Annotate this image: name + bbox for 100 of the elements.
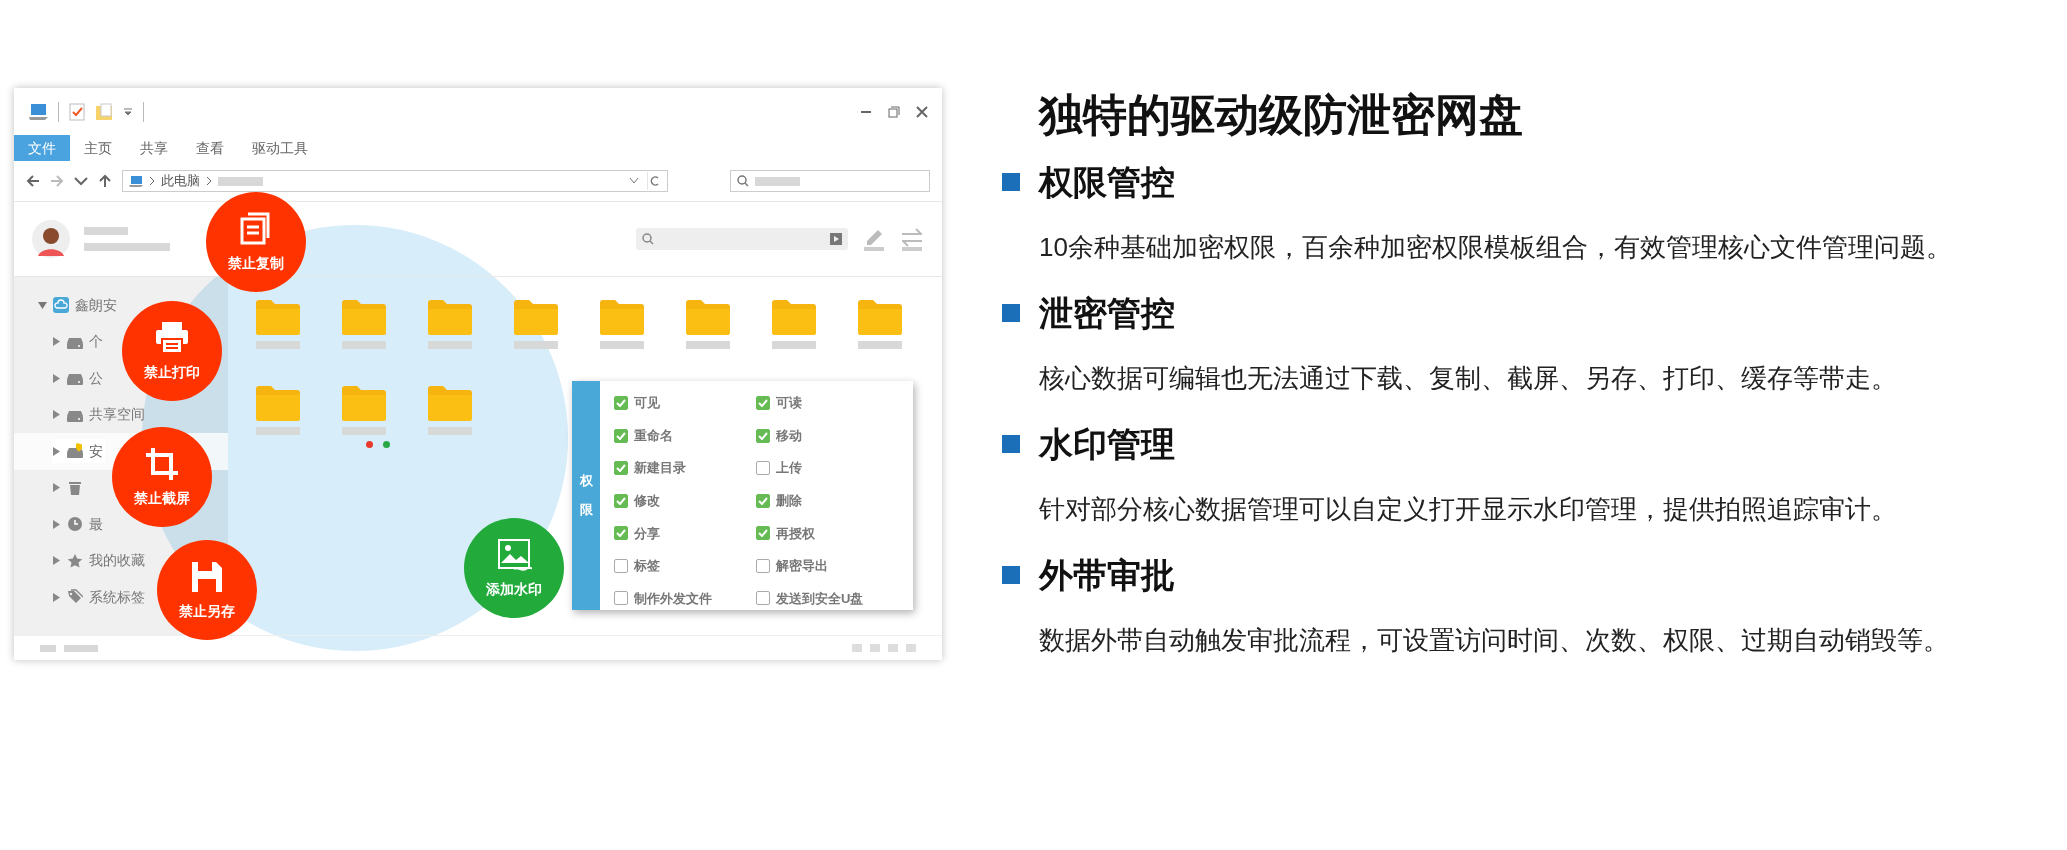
placeholder-bar [772, 341, 816, 349]
placeholder-bar [256, 341, 300, 349]
document-folder-icon[interactable] [95, 102, 113, 121]
folder-icon[interactable] [256, 299, 300, 335]
checkbox-label: 制作外发文件 [634, 589, 712, 608]
placeholder-bar [858, 341, 902, 349]
checkbox[interactable] [614, 396, 628, 410]
checkbox[interactable] [756, 461, 770, 476]
checkbox-label: 再授权 [776, 524, 815, 543]
caret-icon[interactable] [52, 483, 61, 493]
checkbox-label: 删除 [776, 491, 802, 510]
checkbox[interactable] [614, 591, 628, 606]
checkbox[interactable] [614, 493, 628, 508]
folder-icon[interactable] [772, 299, 816, 335]
folder-icon[interactable] [858, 299, 902, 335]
close-icon[interactable] [916, 105, 928, 118]
sidebar-item[interactable]: 安 [52, 439, 105, 464]
checkbox[interactable] [756, 591, 770, 606]
chevron-right-icon [206, 176, 212, 186]
dropdown-icon[interactable] [123, 106, 133, 117]
up-icon[interactable] [98, 174, 112, 188]
restore-icon[interactable] [888, 105, 900, 118]
folder-icon[interactable] [256, 385, 300, 421]
crop-icon [144, 445, 180, 482]
caret-icon[interactable] [52, 446, 61, 456]
search-icon [642, 233, 654, 245]
checkbox[interactable] [614, 526, 628, 541]
image-icon [496, 536, 532, 573]
headline: 独特的驱动级防泄密网盘 [1039, 89, 1524, 141]
folder-icon[interactable] [428, 385, 472, 421]
sidebar-label: 系统标签 [89, 587, 145, 607]
caret-icon[interactable] [52, 556, 61, 566]
folder-icon[interactable] [686, 299, 730, 335]
feature-title: 泄密管控 [1039, 292, 1175, 334]
forward-icon[interactable] [50, 174, 64, 188]
folder-icon[interactable] [428, 299, 472, 335]
checkbox[interactable] [756, 428, 770, 443]
folder-icon[interactable] [342, 299, 386, 335]
back-icon[interactable] [26, 174, 40, 188]
folder-icon[interactable] [514, 299, 558, 335]
ribbon-tab[interactable]: 主页 [70, 135, 126, 161]
breadcrumb-item[interactable]: 此电脑 [161, 171, 200, 191]
tag-icon [67, 589, 83, 606]
sidebar-item[interactable]: 系统标签 [52, 585, 147, 610]
checkbox-label: 移动 [776, 426, 802, 445]
caret-icon[interactable] [52, 373, 61, 383]
sidebar-item[interactable]: 最 [52, 512, 105, 537]
placeholder-bar [40, 644, 56, 652]
sort-icon[interactable] [900, 226, 924, 252]
badge-label: 禁止另存 [179, 601, 235, 621]
search-field[interactable] [730, 170, 930, 192]
ribbon-tab[interactable]: 文件 [14, 135, 70, 161]
bullet-icon [1002, 566, 1020, 584]
feature-title: 权限管控 [1039, 161, 1175, 203]
page-dot[interactable] [366, 441, 373, 448]
shield-drive-icon [67, 443, 83, 460]
placeholder-bar [218, 176, 263, 186]
checkbox[interactable] [614, 428, 628, 443]
sidebar-label: 安 [89, 441, 103, 461]
checkbox[interactable] [756, 493, 770, 508]
checklist-icon[interactable] [69, 102, 85, 121]
avatar[interactable] [32, 220, 70, 258]
trash-icon [67, 479, 83, 496]
checkbox[interactable] [756, 526, 770, 541]
caret-icon[interactable] [38, 300, 47, 310]
refresh-icon[interactable] [647, 172, 661, 190]
folder-icon[interactable] [342, 385, 386, 421]
ribbon-tab[interactable]: 共享 [126, 135, 182, 161]
folder-icon[interactable] [600, 299, 644, 335]
feature-description: 数据外带自动触发审批流程，可设置访问时间、次数、权限、过期自动销毁等。 [1038, 624, 1950, 657]
placeholder-bar [64, 644, 98, 652]
checkbox-label: 解密导出 [776, 557, 828, 576]
ribbon-tab[interactable]: 查看 [182, 135, 238, 161]
search-field[interactable] [636, 228, 848, 250]
sidebar-item[interactable]: 个 [52, 329, 105, 354]
checkbox[interactable] [614, 558, 628, 573]
panel-title: 权限 [579, 471, 593, 519]
feature-title: 外带审批 [1039, 554, 1175, 596]
sidebar-item[interactable]: 鑫朗安 [38, 293, 119, 318]
feature-description: 核心数据可编辑也无法通过下载、复制、截屏、另存、打印、缓存等带走。 [1038, 362, 1898, 395]
badge-label: 禁止截屏 [134, 488, 190, 508]
ribbon-tab[interactable]: 驱动工具 [238, 135, 322, 161]
sidebar-item[interactable]: 我的收藏 [52, 548, 147, 573]
sidebar-item[interactable]: 共享空间 [52, 402, 147, 427]
placeholder-bar [84, 227, 128, 235]
sidebar-item[interactable]: 公 [52, 366, 105, 391]
placeholder-bar [600, 341, 644, 349]
checkbox[interactable] [756, 396, 770, 410]
checkbox-label: 分享 [634, 524, 660, 543]
checkbox[interactable] [756, 558, 770, 573]
checkbox[interactable] [614, 461, 628, 476]
caret-icon[interactable] [52, 519, 61, 529]
address-bar[interactable]: 此电脑 [122, 170, 668, 192]
chevron-down-icon[interactable] [74, 174, 88, 188]
chevron-down-icon[interactable] [629, 177, 639, 185]
caret-icon[interactable] [52, 337, 61, 347]
page-dot[interactable] [383, 441, 390, 448]
caret-icon[interactable] [52, 592, 61, 602]
caret-icon[interactable] [52, 410, 61, 420]
computer-icon[interactable] [28, 102, 48, 121]
